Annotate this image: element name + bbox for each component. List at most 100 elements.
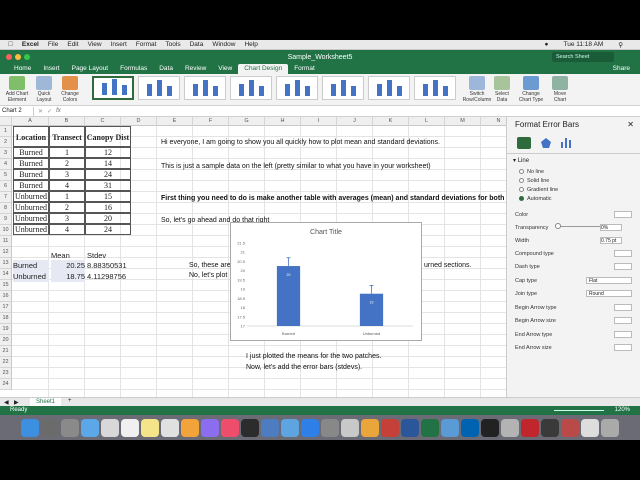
quick-layout-button[interactable]: Quick Layout [32,76,56,103]
table-cell[interactable]: Unburned [13,202,49,213]
table-cell[interactable]: 31 [85,180,131,191]
table-cell[interactable]: Burned [13,158,49,169]
row-header-23[interactable]: 23 [0,368,12,379]
column-header-f[interactable]: F [193,117,229,126]
formula-input[interactable] [61,107,640,116]
summary-label-cell[interactable]: Unburned [13,271,49,282]
tab-format[interactable]: Format [288,64,321,74]
reminders-icon[interactable] [161,418,179,437]
row-header-1[interactable]: 1 [0,126,12,137]
table-cell[interactable]: Burned [13,147,49,158]
row-header-12[interactable]: 12 [0,247,12,258]
column-header-m[interactable]: M [445,117,481,126]
table-cell[interactable]: 20 [85,213,131,224]
translator-icon[interactable] [461,418,479,437]
begin-arrow-type-dropdown[interactable] [614,304,632,311]
row-header-7[interactable]: 7 [0,192,12,203]
move-chart-button[interactable]: Move Chart [550,76,570,103]
tab-view[interactable]: View [212,64,238,74]
add-chart-element-button[interactable]: Add Chart Element [4,76,30,103]
row-header-17[interactable]: 17 [0,302,12,313]
row-header-10[interactable]: 10 [0,225,12,236]
table-header-cell[interactable]: Location [13,126,49,147]
terminal-icon[interactable] [481,418,499,437]
cap-type-dropdown[interactable]: Flat [586,277,632,284]
summary-label-cell[interactable]: Burned [13,260,49,271]
next-sheet-icon[interactable]: ▶ [14,399,19,406]
table-cell[interactable]: Unburned [13,191,49,202]
select-all-corner[interactable] [0,117,12,126]
column-header-c[interactable]: C [85,117,121,126]
switch-row-column-button[interactable]: Switch Row/Column [462,76,492,103]
column-header-b[interactable]: B [49,117,85,126]
menu-edit[interactable]: Edit [67,41,78,48]
row-header-15[interactable]: 15 [0,280,12,291]
powerpoint-icon[interactable] [381,418,399,437]
row-header-11[interactable]: 11 [0,236,12,247]
join-type-dropdown[interactable]: Round [586,290,632,297]
table-cell[interactable]: 14 [85,158,131,169]
app-store-icon[interactable] [301,418,319,437]
wifi-icon[interactable]: ● [545,41,549,49]
line-option-solid-line[interactable]: Solid line [519,178,549,184]
photos-app-icon[interactable] [181,418,199,437]
tab-insert[interactable]: Insert [37,64,65,74]
chart-style-8[interactable] [414,76,456,100]
select-data-button[interactable]: Select Data [492,76,512,103]
siri-icon[interactable] [41,418,59,437]
tab-page-layout[interactable]: Page Layout [66,64,115,74]
menu-view[interactable]: View [88,41,102,48]
menu-tools[interactable]: Tools [165,41,180,48]
row-header-9[interactable]: 9 [0,214,12,225]
column-header-n[interactable]: N [481,117,506,126]
table-cell[interactable]: Unburned [13,224,49,235]
color-picker[interactable] [614,211,632,218]
table-cell[interactable]: Burned [13,169,49,180]
row-header-6[interactable]: 6 [0,181,12,192]
table-cell[interactable]: 24 [85,224,131,235]
chart-style-5[interactable] [276,76,318,100]
calendar-icon[interactable] [121,418,139,437]
begin-arrow-size-dropdown[interactable] [614,317,632,324]
spotlight-icon[interactable]: ⚲ [618,41,623,49]
chart-style-1[interactable] [92,76,134,100]
notes-icon[interactable] [141,418,159,437]
table-cell[interactable]: Unburned [13,213,49,224]
chart-style-4[interactable] [230,76,272,100]
table-cell[interactable]: 2 [49,202,85,213]
row-header-21[interactable]: 21 [0,346,12,357]
zotero-icon[interactable] [561,418,579,437]
photos-icon[interactable] [101,418,119,437]
fill-line-icon[interactable] [517,137,531,149]
summary-stdev-cell[interactable]: 8.88350531 [87,260,131,271]
table-cell[interactable]: 4 [49,180,85,191]
column-header-g[interactable]: G [229,117,265,126]
column-header-a[interactable]: A [12,117,49,126]
line-option-no-line[interactable]: No line [519,169,544,175]
bar-chart[interactable]: Chart Title 17 17.5 18 18.5 19 19.5 20 20.5 21 21.… [230,222,422,341]
apple-icon[interactable]:  [8,41,13,48]
search-input[interactable]: Search Sheet [552,52,614,62]
minimize-icon[interactable] [15,54,21,60]
launchpad-icon[interactable] [61,418,79,437]
table-cell[interactable]: 2 [49,158,85,169]
tab-data[interactable]: Data [153,64,179,74]
table-cell[interactable]: 1 [49,147,85,158]
name-box[interactable]: Chart 2 [0,106,34,116]
dash-type-dropdown[interactable] [614,263,632,270]
table-cell[interactable]: Burned [13,180,49,191]
transparency-input[interactable]: 0% [600,224,622,231]
r-icon[interactable] [261,418,279,437]
menu-window[interactable]: Window [212,41,235,48]
menu-data[interactable]: Data [190,41,204,48]
change-chart-type-button[interactable]: Change Chart Type [515,76,547,103]
table-cell[interactable]: 16 [85,202,131,213]
effects-icon[interactable] [541,138,551,148]
column-header-j[interactable]: J [337,117,373,126]
chrome-icon[interactable] [361,418,379,437]
rstudio-icon[interactable] [281,418,299,437]
row-header-18[interactable]: 18 [0,313,12,324]
close-panel-icon[interactable]: ✕ [627,120,634,129]
zoom-icon[interactable] [24,54,30,60]
summary-mean-cell[interactable]: 20.25 [51,260,85,271]
